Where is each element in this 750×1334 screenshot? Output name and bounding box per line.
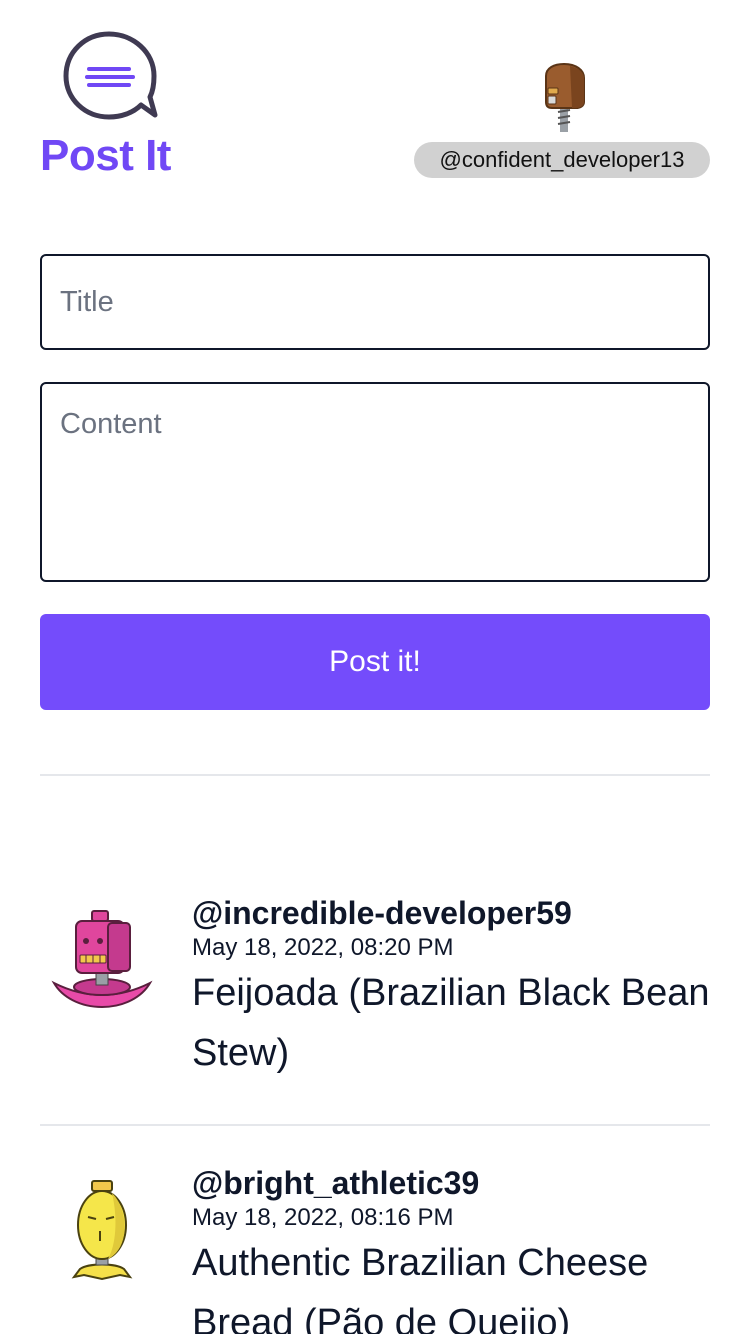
- title-input[interactable]: [40, 254, 710, 350]
- brand-title[interactable]: Post It: [40, 130, 171, 182]
- post-title[interactable]: Feijoada (Brazilian Black Bean Stew): [192, 963, 710, 1083]
- post-date: May 18, 2022, 08:16 PM: [192, 1204, 454, 1231]
- user-avatar[interactable]: [536, 62, 592, 138]
- page: Post It @confident_developer13 Post it!: [0, 0, 750, 1334]
- post-date: May 18, 2022, 08:20 PM: [192, 934, 454, 961]
- post-author[interactable]: @bright_athletic39: [192, 1163, 710, 1203]
- post-author[interactable]: @incredible-developer59: [192, 893, 710, 933]
- chat-bubble-logo-icon: [63, 31, 158, 120]
- content-textarea[interactable]: [40, 382, 710, 582]
- post-divider: [40, 1124, 710, 1126]
- pink-robot-avatar-icon: [51, 910, 153, 1009]
- post-title[interactable]: Authentic Brazilian Cheese Bread (Pão de…: [192, 1233, 710, 1334]
- yellow-robot-avatar-icon: [71, 1180, 133, 1281]
- post-body: @bright_athletic39 May 18, 2022, 08:16 P…: [192, 1163, 710, 1334]
- form-divider: [40, 774, 710, 776]
- post-it-button[interactable]: Post it!: [40, 614, 710, 710]
- post-body: @incredible-developer59 May 18, 2022, 08…: [192, 893, 710, 1083]
- username-chip[interactable]: @confident_developer13: [414, 142, 710, 178]
